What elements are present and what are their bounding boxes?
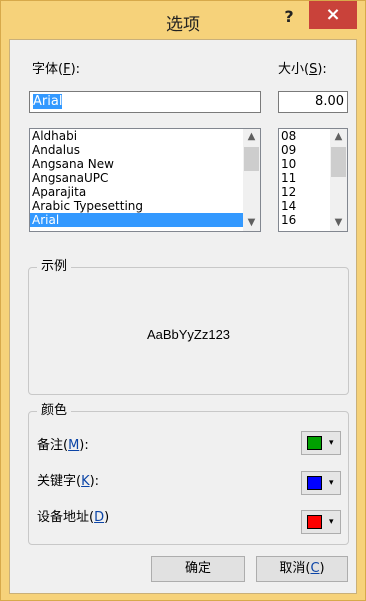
size-input[interactable]: 8.00 [278,91,348,113]
size-list-scrollbar[interactable]: ▲ ▼ [330,129,347,231]
font-list-item[interactable]: Aparajita [30,185,260,199]
cancel-label-prefix: 取消( [279,561,311,576]
title-bar[interactable]: 选项 ? × [1,1,365,39]
colors-group: 颜色 备注(M): ▾ 关键字(K): ▾ 设备地址(D) ▾ [28,403,349,545]
close-button[interactable]: × [309,1,357,29]
colors-group-title: 颜色 [37,403,72,419]
size-label-prefix: 大小( [278,62,310,77]
font-list-item[interactable]: AngsanaUPC [30,171,260,185]
font-label-key: F [63,62,71,77]
dialog-body: 字体(F): 大小(S): Arial 8.00 Aldhabi Andalus A… [9,39,357,594]
font-list[interactable]: Aldhabi Andalus Angsana New AngsanaUPC Apara… [29,128,261,232]
cancel-label-key: C [310,561,320,576]
chevron-down-icon: ▾ [329,478,334,488]
scroll-up-icon[interactable]: ▲ [330,129,347,145]
device-address-color-label: 设备地址(D) [37,506,109,525]
note-color-swatch [307,436,322,450]
size-list[interactable]: 08 09 10 11 12 14 16 ▲ ▼ [278,128,348,232]
font-label-prefix: 字体( [32,62,64,77]
font-list-item[interactable]: Arial [30,213,260,227]
sample-group: 示例 AaBbYyZz123 [28,259,349,395]
font-list-item[interactable]: Arabic Typesetting [30,199,260,213]
cancel-button[interactable]: 取消(C) [256,556,348,582]
keyword-color-picker[interactable]: ▾ [301,471,341,495]
device-address-color-picker[interactable]: ▾ [301,510,341,534]
font-list-item[interactable]: Aldhabi [30,129,260,143]
scroll-up-icon[interactable]: ▲ [243,129,260,145]
device-address-color-label-prefix: 设备地址( [37,510,95,525]
cancel-label-suffix: ) [319,561,325,576]
scroll-down-icon[interactable]: ▼ [243,215,260,231]
note-color-label-prefix: 备注( [37,438,69,453]
scroll-thumb[interactable] [244,147,259,171]
sample-group-title: 示例 [37,259,72,275]
font-label-suffix: ): [70,62,81,77]
device-address-color-swatch [307,515,322,529]
font-label: 字体(F): [32,58,80,77]
size-label-suffix: ): [317,62,327,77]
font-list-item[interactable]: Angsana New [30,157,260,171]
chevron-down-icon: ▾ [329,438,334,448]
keyword-color-label-key: K [81,474,90,489]
help-button[interactable]: ? [277,4,301,30]
keyword-color-label-prefix: 关键字( [37,474,82,489]
sample-text: AaBbYyZz123 [146,327,231,342]
font-input-value: Arial [33,94,63,109]
device-address-color-label-key: D [94,510,105,525]
keyword-color-swatch [307,476,322,490]
ok-button[interactable]: 确定 [151,556,245,582]
scroll-down-icon[interactable]: ▼ [330,215,347,231]
chevron-down-icon: ▾ [329,517,334,527]
font-list-item[interactable]: Andalus [30,143,260,157]
note-color-picker[interactable]: ▾ [301,431,341,455]
scroll-thumb[interactable] [331,147,346,177]
font-list-scrollbar[interactable]: ▲ ▼ [243,129,260,231]
keyword-color-label-suffix: ): [89,474,100,489]
note-color-label-key: M [68,438,80,453]
size-label: 大小(S): [278,58,327,77]
options-dialog: 选项 ? × 字体(F): 大小(S): Arial 8.00 Aldhabi A… [0,0,366,601]
note-color-label: 备注(M): [37,434,89,453]
font-input[interactable]: Arial [29,91,261,113]
font-list-items: Aldhabi Andalus Angsana New AngsanaUPC Apara… [30,129,260,227]
device-address-color-label-suffix: ) [104,510,110,525]
keyword-color-label: 关键字(K): [37,470,99,489]
note-color-label-suffix: ): [79,438,89,453]
